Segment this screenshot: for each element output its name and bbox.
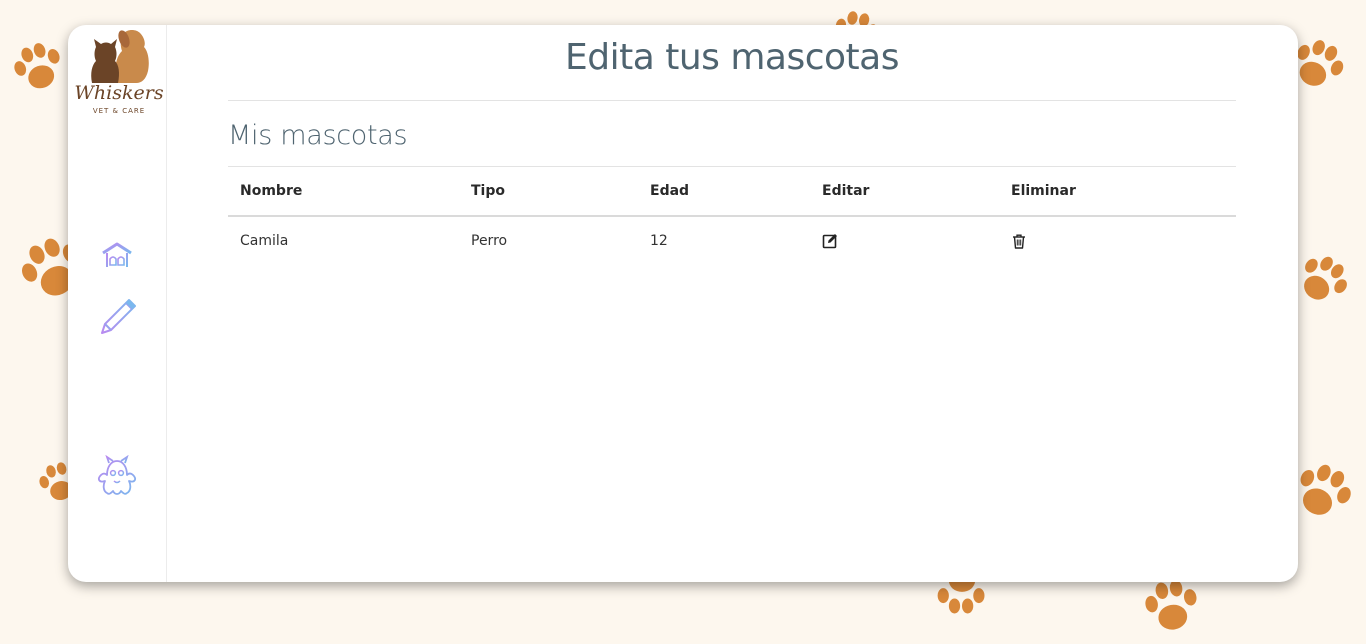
dog-and-cat-logo-icon xyxy=(86,27,152,85)
sidebar: Whiskers VET & CARE xyxy=(68,25,167,582)
pet-type-cell: Perro xyxy=(471,233,508,249)
brand-name: Whiskers xyxy=(74,82,164,104)
edit-icon[interactable] xyxy=(822,233,838,249)
page-title: Edita tus mascotas xyxy=(565,37,899,78)
table-header-row: Nombre Tipo Edad Editar Eliminar xyxy=(228,167,1236,217)
column-header-nombre: Nombre xyxy=(240,183,303,199)
title-divider xyxy=(228,100,1236,101)
pencil-icon[interactable] xyxy=(98,297,138,337)
main-card: Whiskers VET & CARE Edita tus mascotas M… xyxy=(68,25,1298,582)
column-header-editar: Editar xyxy=(822,183,870,199)
section-title: Mis mascotas xyxy=(228,120,408,151)
brand-tagline: VET & CARE xyxy=(92,107,146,115)
home-icon[interactable] xyxy=(100,241,134,269)
brand-logo[interactable]: Whiskers VET & CARE xyxy=(72,27,166,119)
column-header-eliminar: Eliminar xyxy=(1011,183,1076,199)
trash-icon[interactable] xyxy=(1011,233,1027,249)
monster-icon[interactable] xyxy=(95,455,139,497)
column-header-tipo: Tipo xyxy=(471,183,505,199)
pets-table: Nombre Tipo Edad Editar Eliminar Camila … xyxy=(228,166,1236,265)
paw-print-decoration xyxy=(0,30,76,107)
pet-name-cell: Camila xyxy=(240,233,289,249)
column-header-edad: Edad xyxy=(650,183,690,199)
table-row: Camila Perro 12 xyxy=(228,217,1236,265)
pet-age-cell: 12 xyxy=(650,233,668,249)
